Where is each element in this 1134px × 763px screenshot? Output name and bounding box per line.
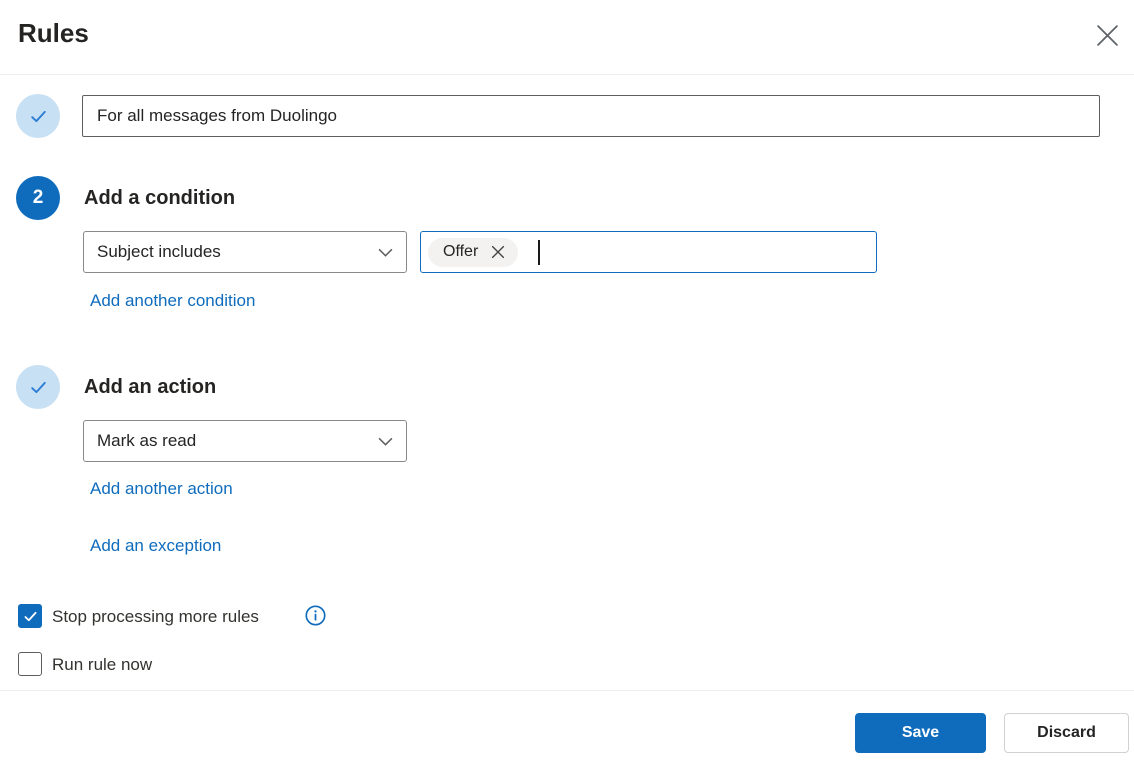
save-button[interactable]: Save — [855, 713, 986, 753]
header-divider — [0, 74, 1134, 75]
condition-value-input[interactable]: Offer — [420, 231, 877, 273]
add-exception-link[interactable]: Add an exception — [90, 535, 221, 556]
checkmark-icon — [30, 110, 46, 122]
condition-heading: Add a condition — [84, 187, 236, 209]
tag-chip-label: Offer — [443, 243, 479, 260]
condition-step-indicator: 2 — [16, 176, 60, 220]
rules-dialog: Rules 2 Add a condition Subject includes… — [0, 0, 1134, 763]
footer-divider — [0, 690, 1134, 691]
tag-chip: Offer — [428, 237, 519, 267]
checkmark-icon — [24, 611, 36, 621]
chevron-down-icon — [378, 437, 393, 446]
chevron-down-icon — [378, 248, 393, 257]
text-cursor — [538, 239, 540, 265]
checkmark-icon — [30, 381, 46, 393]
info-button[interactable] — [304, 604, 327, 627]
stop-processing-label: Stop processing more rules — [52, 607, 259, 626]
action-heading: Add an action — [84, 376, 217, 398]
close-icon — [1096, 24, 1118, 46]
action-dropdown[interactable]: Mark as read — [83, 420, 407, 462]
dismiss-icon — [492, 245, 505, 259]
page-title: Rules — [18, 18, 89, 48]
action-step-indicator — [16, 365, 60, 409]
condition-dropdown[interactable]: Subject includes — [83, 231, 407, 273]
discard-button[interactable]: Discard — [1004, 713, 1129, 753]
run-rule-now-label: Run rule now — [52, 655, 153, 674]
stop-processing-checkbox[interactable] — [18, 604, 42, 628]
remove-tag-button[interactable] — [491, 245, 505, 259]
condition-dropdown-value: Subject includes — [97, 242, 221, 261]
add-another-condition-link[interactable]: Add another condition — [90, 290, 255, 311]
rule-name-step-indicator — [16, 94, 60, 138]
run-rule-now-checkbox[interactable] — [18, 652, 42, 676]
action-dropdown-value: Mark as read — [97, 431, 197, 450]
rule-name-input[interactable] — [82, 95, 1100, 137]
info-icon — [305, 605, 326, 626]
add-another-action-link[interactable]: Add another action — [90, 478, 233, 499]
step-number: 2 — [32, 187, 44, 208]
close-button[interactable] — [1088, 18, 1126, 52]
